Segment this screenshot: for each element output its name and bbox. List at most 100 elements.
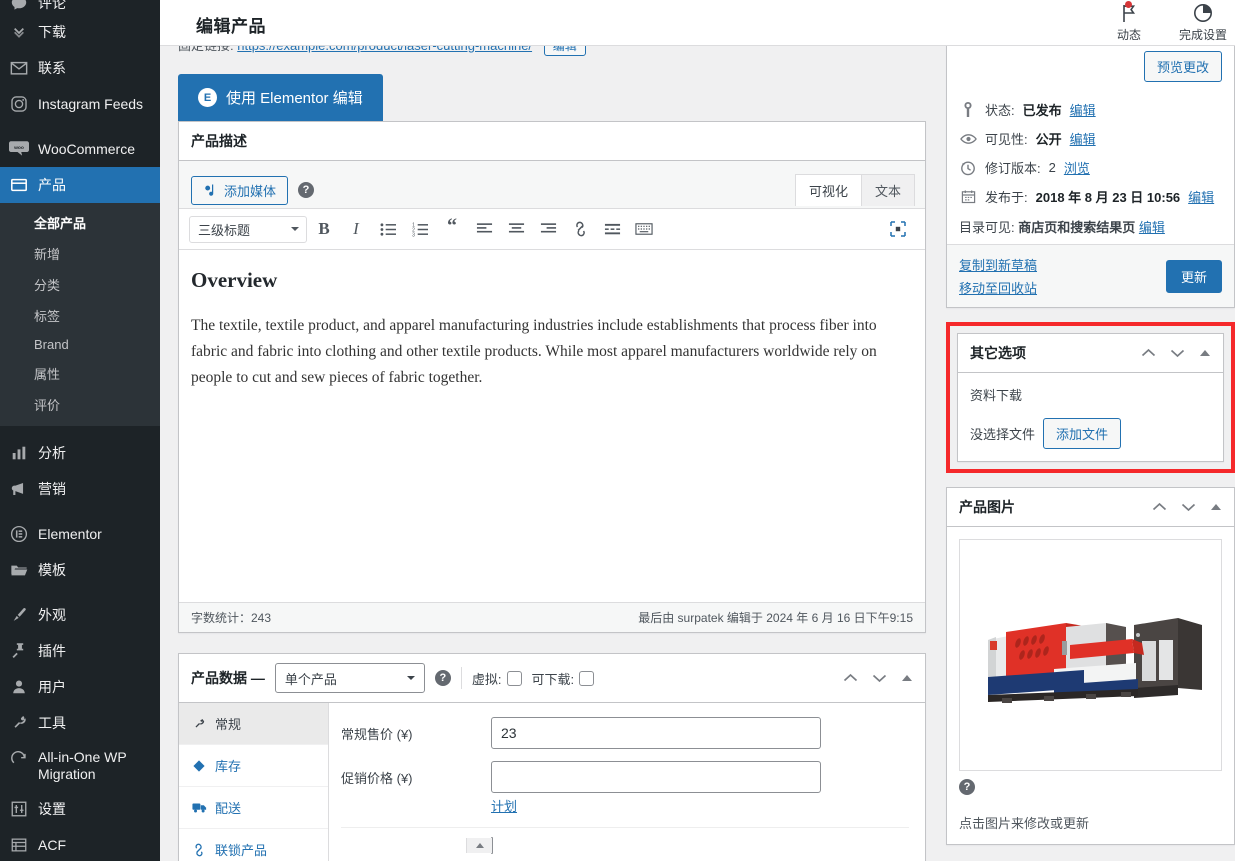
blockquote-icon[interactable]: “ — [437, 215, 467, 243]
tab-visual[interactable]: 可视化 — [794, 174, 862, 206]
sidebar-item-analytics[interactable]: 分析 — [0, 435, 160, 471]
align-right-icon[interactable] — [533, 215, 563, 243]
move-to-trash-link[interactable]: 移动至回收站 — [959, 278, 1037, 297]
sidebar-item-plugins[interactable]: 插件 — [0, 633, 160, 669]
add-media-button[interactable]: 添加媒体 — [191, 175, 289, 205]
sidebar-item-marketing[interactable]: 营销 — [0, 471, 160, 507]
extra-field-input[interactable] — [466, 837, 493, 854]
submenu-item-add-new[interactable]: 新增 — [0, 238, 160, 269]
sidebar-item-label: WooCommerce — [38, 141, 135, 157]
tab-inventory[interactable]: 库存 — [179, 745, 328, 787]
sidebar-item-users[interactable]: 用户 — [0, 669, 160, 705]
products-icon — [9, 175, 29, 195]
dynamic-content-button[interactable]: 动态 — [1105, 1, 1153, 43]
help-icon[interactable]: ? — [959, 779, 975, 795]
bold-icon[interactable]: B — [309, 215, 339, 243]
status-edit-link[interactable]: 编辑 — [1070, 100, 1096, 119]
submenu-item-categories[interactable]: 分类 — [0, 269, 160, 300]
sidebar-item-elementor[interactable]: Elementor — [0, 516, 160, 552]
italic-icon[interactable]: I — [341, 215, 371, 243]
permalink-url[interactable]: https://example.com/product/laser-cuttin… — [237, 46, 532, 53]
sidebar-item-contact[interactable]: 联系 — [0, 50, 160, 86]
plug-icon — [9, 641, 29, 661]
visibility-edit-link[interactable]: 编辑 — [1070, 129, 1096, 148]
copy-to-draft-link[interactable]: 复制到新草稿 — [959, 255, 1037, 274]
sidebar-item-woocommerce[interactable]: woo WooCommerce — [0, 131, 160, 167]
product-data-tabs: 常规 库存 配送 联锁产品 — [179, 703, 329, 861]
edit-with-elementor-button[interactable]: E 使用 Elementor 编辑 — [178, 74, 383, 121]
help-icon[interactable]: ? — [434, 670, 451, 686]
align-center-icon[interactable] — [501, 215, 531, 243]
product-image-thumbnail[interactable] — [959, 539, 1222, 771]
submenu-item-tags[interactable]: 标签 — [0, 300, 160, 331]
sidebar-item-acf[interactable]: ACF — [0, 827, 160, 861]
move-down-icon[interactable] — [1181, 502, 1196, 512]
word-count: 字数统计：243 — [191, 611, 272, 625]
status-value: 已发布 — [1022, 103, 1062, 118]
numbered-list-icon[interactable]: 123 — [405, 215, 435, 243]
permalink-edit-button[interactable]: 编辑 — [543, 46, 586, 56]
link-icon[interactable] — [565, 215, 595, 243]
help-icon[interactable]: ? — [298, 182, 315, 198]
read-more-icon[interactable] — [597, 215, 627, 243]
visibility-value: 公开 — [1035, 132, 1062, 147]
product-type-select[interactable]: 单个产品 — [274, 663, 425, 693]
move-up-icon[interactable] — [1152, 502, 1167, 512]
finish-setup-button[interactable]: 完成设置 — [1179, 2, 1227, 43]
tab-general[interactable]: 常规 — [179, 703, 328, 745]
tab-text[interactable]: 文本 — [860, 174, 915, 206]
toolbar-toggle-icon[interactable] — [629, 215, 659, 243]
submenu-item-reviews[interactable]: 评价 — [0, 389, 160, 420]
sidebar-item-appearance[interactable]: 外观 — [0, 597, 160, 633]
move-down-icon[interactable] — [1170, 348, 1185, 358]
distraction-free-icon[interactable] — [883, 215, 913, 243]
publish-actions: 复制到新草稿 移动至回收站 更新 — [947, 244, 1234, 307]
tab-linked-products[interactable]: 联锁产品 — [179, 829, 328, 861]
sidebar-item-tools[interactable]: 工具 — [0, 705, 160, 741]
toggle-panel-icon[interactable] — [1210, 503, 1222, 512]
tab-shipping[interactable]: 配送 — [179, 787, 328, 829]
format-select[interactable]: 三级标题 — [189, 215, 307, 243]
chart-icon — [9, 443, 29, 463]
catalog-visibility-edit-link[interactable]: 编辑 — [1139, 220, 1165, 235]
svg-text:3: 3 — [412, 232, 415, 237]
sidebar-item-instagram-feeds[interactable]: Instagram Feeds — [0, 86, 160, 122]
editor-status-bar: 字数统计：243 最后由 surpatek 编辑于 2024 年 6 月 16 … — [179, 602, 925, 632]
sidebar-item-all-in-one-wp-migration[interactable]: All-in-One WP Migration — [0, 741, 160, 791]
notification-dot — [1124, 1, 1132, 8]
sidebar-item-label: Instagram Feeds — [38, 96, 144, 112]
sidebar-item-label: 营销 — [38, 481, 66, 497]
bullet-list-icon[interactable] — [373, 215, 403, 243]
submenu-item-brand[interactable]: Brand — [0, 331, 160, 358]
comment-icon — [9, 0, 29, 13]
schedule-link[interactable]: 计划 — [491, 796, 909, 815]
preview-changes-button[interactable]: 预览更改 — [1143, 51, 1222, 82]
regular-price-input[interactable] — [491, 717, 821, 749]
move-up-icon[interactable] — [1141, 348, 1156, 358]
spinner-up-icon[interactable] — [466, 838, 492, 853]
move-down-icon[interactable] — [872, 673, 887, 683]
submenu-item-attributes[interactable]: 属性 — [0, 358, 160, 389]
move-up-icon[interactable] — [843, 673, 858, 683]
update-button[interactable]: 更新 — [1165, 259, 1222, 293]
toggle-panel-icon[interactable] — [1199, 349, 1211, 358]
virtual-checkbox[interactable] — [506, 670, 522, 686]
sidebar-item-settings[interactable]: 设置 — [0, 791, 160, 827]
acf-icon — [9, 835, 29, 855]
add-file-button[interactable]: 添加文件 — [1043, 418, 1122, 449]
product-photo — [965, 585, 1216, 725]
published-on-row: 发布于: 2018 年 8 月 23 日 10:56 编辑 — [959, 182, 1222, 211]
toggle-panel-icon[interactable] — [901, 674, 913, 683]
align-left-icon[interactable] — [469, 215, 499, 243]
sidebar-item-products[interactable]: 产品 — [0, 167, 160, 203]
submenu-item-all-products[interactable]: 全部产品 — [0, 207, 160, 238]
downloadable-checkbox[interactable] — [579, 670, 595, 686]
revisions-browse-link[interactable]: 浏览 — [1064, 158, 1090, 177]
sidebar-item-comments[interactable]: 评论 — [0, 0, 160, 14]
sale-price-input[interactable] — [491, 761, 821, 793]
sidebar-item-templates[interactable]: 模板 — [0, 552, 160, 588]
sidebar-item-downloads[interactable]: 下载 — [0, 14, 160, 50]
published-on-edit-link[interactable]: 编辑 — [1188, 187, 1214, 206]
sidebar-item-label: 插件 — [38, 643, 66, 659]
editor-content-area[interactable]: Overview The textile, textile product, a… — [179, 250, 925, 602]
